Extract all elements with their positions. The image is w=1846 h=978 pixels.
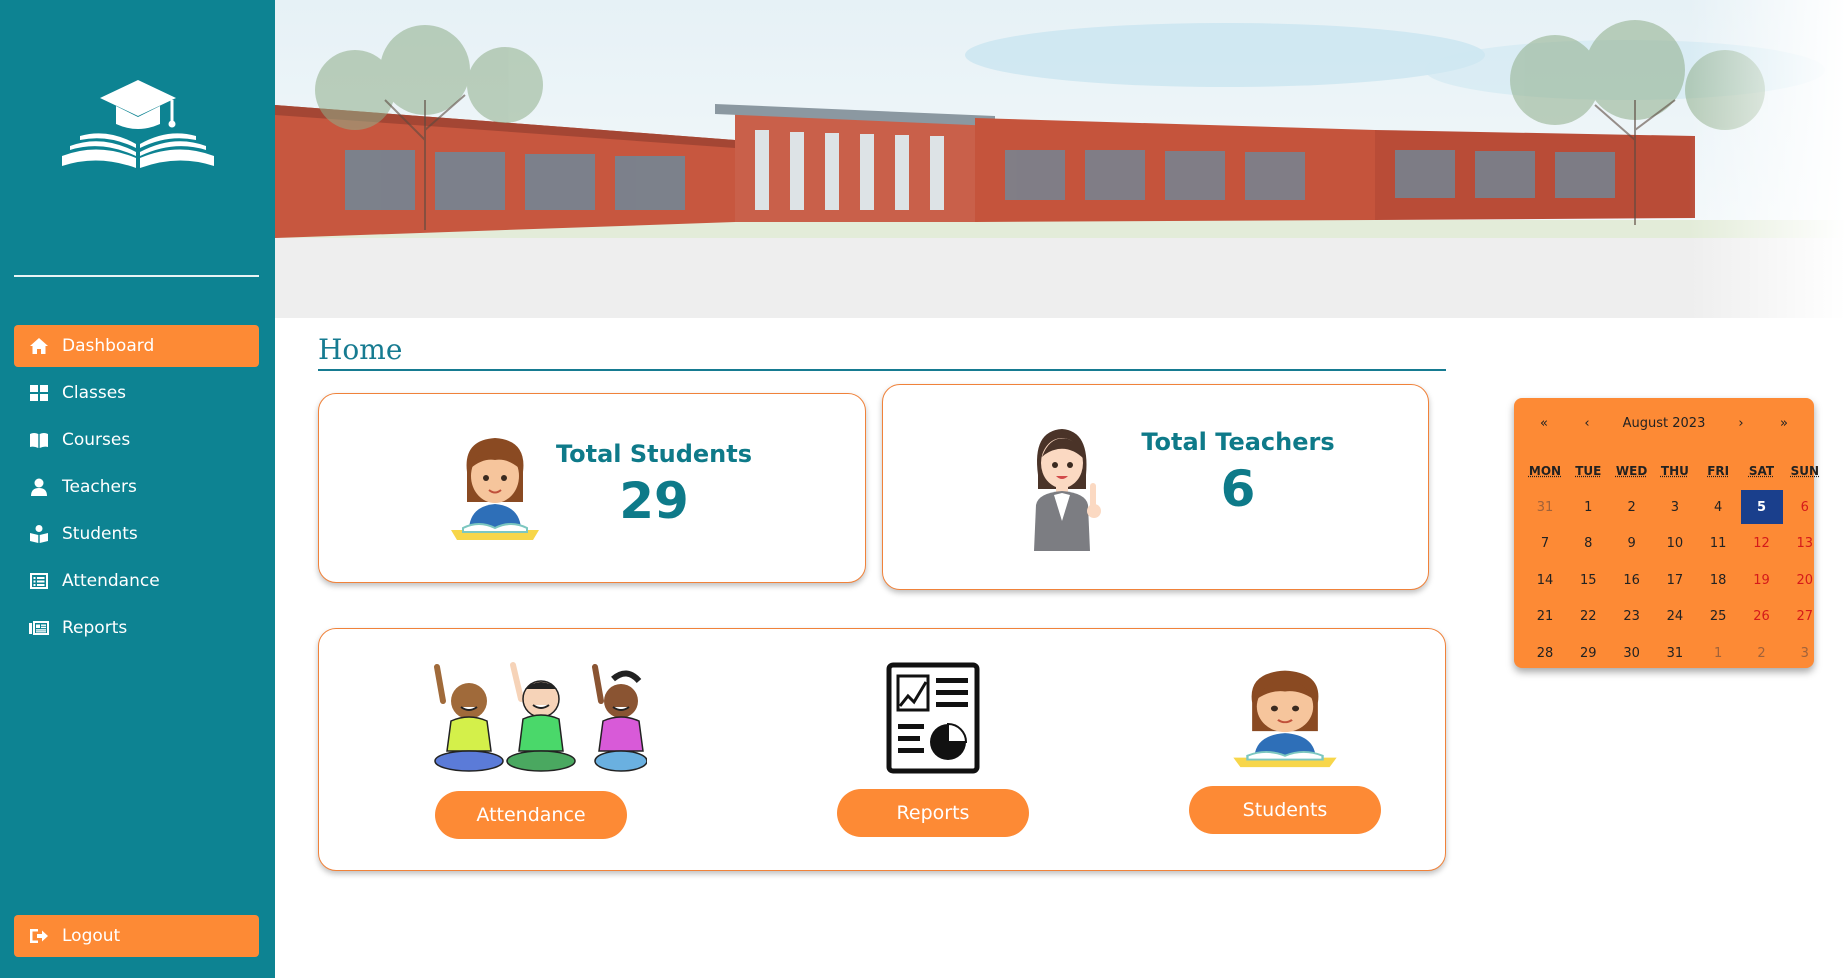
calendar-day[interactable]: 9 (1611, 527, 1653, 561)
calendar-day[interactable]: 3 (1654, 490, 1696, 524)
report-document-icon (886, 662, 980, 774)
total-teachers-label: Total Teachers (1141, 428, 1335, 456)
weekday-label: SUN (1790, 464, 1820, 478)
sidebar-item-label: Students (62, 524, 138, 544)
prev-year-button[interactable]: « (1526, 412, 1562, 434)
total-students-label: Total Students (555, 440, 753, 468)
calendar-day[interactable]: 23 (1611, 600, 1653, 634)
calendar-day[interactable]: 6 (1784, 490, 1826, 524)
attendance-button[interactable]: Attendance (435, 791, 627, 839)
total-teachers-value: 6 (1220, 460, 1256, 518)
kids-raising-hands-icon (417, 661, 648, 775)
list-icon (28, 570, 50, 592)
home-icon (28, 335, 50, 357)
calendar-day[interactable]: 14 (1524, 563, 1566, 597)
calendar-day[interactable]: 28 (1524, 636, 1566, 670)
weekday-label: FRI (1707, 464, 1730, 478)
sidebar-item-classes[interactable]: Classes (14, 372, 259, 414)
school-building-banner (275, 0, 1846, 318)
sidebar-item-label: Reports (62, 618, 128, 638)
calendar-day[interactable]: 31 (1654, 636, 1696, 670)
reading-girl-icon (449, 432, 541, 542)
student-icon (28, 523, 50, 545)
calendar-day[interactable]: 10 (1654, 527, 1696, 561)
calendar-day[interactable]: 19 (1741, 563, 1783, 597)
sidebar-item-dashboard[interactable]: Dashboard (14, 325, 259, 367)
book-icon (28, 429, 50, 451)
total-students-card: Total Students 29 (318, 393, 866, 583)
calendar-day[interactable]: 21 (1524, 600, 1566, 634)
calendar-day[interactable]: 20 (1784, 563, 1826, 597)
weekday-label: SAT (1748, 464, 1775, 478)
sidebar-item-label: Courses (62, 430, 131, 450)
logout-button[interactable]: Logout (14, 915, 259, 957)
sidebar-item-students[interactable]: Students (14, 513, 259, 555)
calendar-day[interactable]: 2 (1741, 636, 1783, 670)
reports-button[interactable]: Reports (837, 789, 1029, 837)
sidebar-item-reports[interactable]: Reports (14, 607, 259, 649)
sidebar-divider (14, 275, 259, 277)
calendar-day[interactable]: 12 (1741, 527, 1783, 561)
calendar-day[interactable]: 27 (1784, 600, 1826, 634)
calendar-day[interactable]: 30 (1611, 636, 1653, 670)
calendar-day[interactable]: 26 (1741, 600, 1783, 634)
weekday-label: THU (1660, 464, 1689, 478)
sidebar-item-teachers[interactable]: Teachers (14, 466, 259, 508)
total-teachers-card: Total Teachers 6 (882, 384, 1429, 590)
calendar-day[interactable]: 24 (1654, 600, 1696, 634)
newspaper-icon (28, 617, 50, 639)
sidebar-item-label: Classes (62, 383, 127, 403)
title-divider (318, 369, 1446, 371)
grid-icon (28, 382, 50, 404)
sidebar-item-label: Dashboard (62, 336, 155, 356)
calendar-day[interactable]: 15 (1567, 563, 1609, 597)
calendar-day[interactable]: 11 (1697, 527, 1739, 561)
calendar-day[interactable]: 16 (1611, 563, 1653, 597)
logout-icon (28, 925, 50, 947)
total-students-value: 29 (619, 472, 689, 530)
weekday-label: TUE (1575, 464, 1602, 478)
calendar-day[interactable]: 1 (1567, 490, 1609, 524)
calendar-day[interactable]: 5 (1740, 490, 1783, 524)
calendar-day[interactable]: 18 (1697, 563, 1739, 597)
calendar-widget: « ‹ August 2023 › » MON TUE WED THU FRI SAT SU… (1514, 398, 1819, 670)
calendar-day[interactable]: 7 (1524, 527, 1566, 561)
next-year-button[interactable]: » (1766, 412, 1802, 434)
calendar-day[interactable]: 2 (1611, 490, 1653, 524)
teacher-icon (1028, 425, 1106, 551)
month-label[interactable]: August 2023 (1612, 412, 1716, 434)
calendar-day[interactable]: 22 (1567, 600, 1609, 634)
calendar-day[interactable]: 1 (1697, 636, 1739, 670)
calendar-day[interactable]: 25 (1697, 600, 1739, 634)
prev-month-button[interactable]: ‹ (1569, 412, 1605, 434)
logout-label: Logout (62, 926, 121, 946)
graduation-book-logo (58, 72, 218, 172)
sidebar-item-label: Attendance (62, 571, 160, 591)
page-title: Home (318, 333, 403, 366)
calendar-day[interactable]: 31 (1524, 490, 1566, 524)
weekday-label: MON (1528, 464, 1562, 478)
calendar-day[interactable]: 3 (1784, 636, 1826, 670)
calendar-day[interactable]: 13 (1784, 527, 1826, 561)
weekday-label: WED (1615, 464, 1648, 478)
reading-girl-icon (1231, 665, 1339, 769)
calendar-day[interactable]: 4 (1697, 490, 1739, 524)
calendar-day[interactable]: 17 (1654, 563, 1696, 597)
sidebar-item-label: Teachers (62, 477, 137, 497)
next-month-button[interactable]: › (1723, 412, 1759, 434)
calendar-day[interactable]: 8 (1567, 527, 1609, 561)
students-button[interactable]: Students (1189, 786, 1381, 834)
sidebar-item-courses[interactable]: Courses (14, 419, 259, 461)
user-icon (28, 476, 50, 498)
sidebar: Dashboard Classes Courses Teachers Stude… (0, 0, 275, 978)
calendar-day[interactable]: 29 (1567, 636, 1609, 670)
shortcuts-card: Attendance Reports Students (318, 628, 1446, 871)
sidebar-item-attendance[interactable]: Attendance (14, 560, 259, 602)
